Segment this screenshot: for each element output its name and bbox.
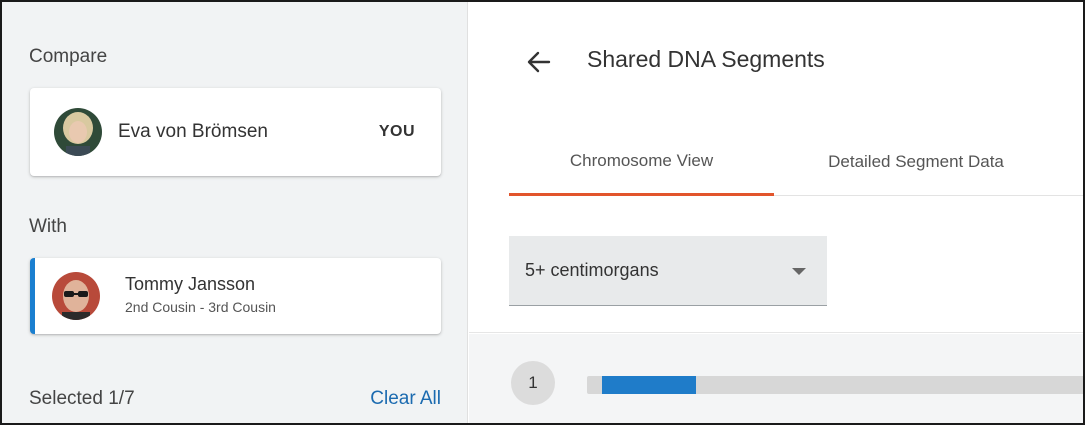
match-card[interactable]: Tommy Jansson 2nd Cousin - 3rd Cousin bbox=[30, 258, 441, 334]
user-photo-woman-icon bbox=[54, 108, 102, 156]
you-name: Eva von Brömsen bbox=[118, 121, 268, 142]
centimorgan-filter-select[interactable]: 5+ centimorgans bbox=[509, 236, 827, 306]
you-card[interactable]: Eva von Brömsen YOU bbox=[30, 88, 441, 176]
you-badge: YOU bbox=[378, 123, 415, 140]
filter-section: 5+ centimorgans bbox=[469, 198, 1083, 333]
match-relationship: 2nd Cousin - 3rd Cousin bbox=[125, 299, 276, 315]
arrow-left-icon bbox=[527, 51, 551, 73]
view-tabs: Chromosome View Detailed Segment Data bbox=[509, 128, 1083, 196]
selected-count: Selected 1/7 bbox=[29, 388, 135, 409]
with-label: With bbox=[29, 216, 67, 237]
chromosome-row: 1 bbox=[469, 334, 1083, 423]
back-button[interactable] bbox=[525, 48, 553, 76]
caret-down-icon bbox=[792, 268, 806, 275]
page-title: Shared DNA Segments bbox=[587, 46, 825, 72]
compare-sidebar: Compare Eva von Brömsen YOU With Tommy J… bbox=[2, 2, 468, 423]
main-panel: Shared DNA Segments Chromosome View Deta… bbox=[469, 2, 1083, 423]
chromosome-number-badge: 1 bbox=[511, 361, 555, 405]
select-value: 5+ centimorgans bbox=[525, 260, 659, 280]
compare-label: Compare bbox=[29, 46, 108, 67]
avatar bbox=[54, 108, 102, 156]
app-frame: Compare Eva von Brömsen YOU With Tommy J… bbox=[0, 0, 1085, 425]
shared-segment[interactable] bbox=[601, 376, 697, 394]
match-name: Tommy Jansson bbox=[125, 274, 256, 294]
avatar bbox=[52, 272, 100, 320]
selection-row: Selected 1/7 Clear All bbox=[29, 388, 441, 412]
chromosome-track bbox=[587, 376, 1083, 394]
tab-detailed-segment-data[interactable]: Detailed Segment Data bbox=[791, 128, 1041, 196]
tab-chromosome-view[interactable]: Chromosome View bbox=[509, 128, 774, 196]
user-photo-man-sunglasses-icon bbox=[52, 272, 100, 320]
clear-all-button[interactable]: Clear All bbox=[370, 388, 441, 410]
